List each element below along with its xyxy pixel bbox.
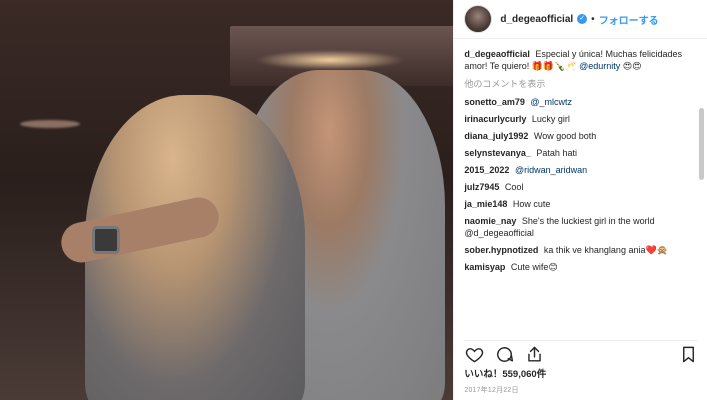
load-more-comments-button[interactable]: 他のコメントを表示: [464, 78, 692, 90]
comment-icon[interactable]: [494, 344, 514, 364]
comment-username[interactable]: sonetto_am79: [464, 97, 525, 107]
comment-item: sonetto_am79 @_mlcwtz: [464, 96, 692, 108]
comment-username[interactable]: selynstevanya_: [464, 148, 531, 158]
comment-text: How cute: [512, 199, 551, 209]
comment-item: julz7945 Cool: [464, 181, 692, 193]
comments-list: d_degeaofficial Especial y única! Muchas…: [464, 48, 692, 330]
bookmark-icon[interactable]: [678, 344, 698, 364]
comment-item: irinacurlycurly Lucky girl: [464, 113, 692, 125]
comment-item: diana_july1992 Wow good both: [464, 130, 692, 142]
share-icon[interactable]: [524, 344, 544, 364]
comment-item: naomie_nay She's the luckiest girl in th…: [464, 215, 692, 239]
comment-item: ja_mie148 How cute: [464, 198, 692, 210]
comment-text: Lucky girl: [531, 114, 570, 124]
comment-item: sober.hypnotized ka thik ve khanglang an…: [464, 244, 692, 256]
comment-username[interactable]: 2015_2022: [464, 165, 509, 175]
wristwatch: [92, 226, 120, 254]
comments-scrollbar[interactable]: [699, 48, 704, 328]
likes-count[interactable]: いいね！559,060件: [464, 366, 546, 380]
comment-item: selynstevanya_ Patah hati: [464, 147, 692, 159]
caption-username[interactable]: d_degeaofficial: [464, 49, 530, 59]
post-sidebar: d_degeaofficial ✓ • フォローする d_degeaoffici…: [453, 0, 707, 400]
comment-username[interactable]: irinacurlycurly: [464, 114, 526, 124]
comment-username[interactable]: julz7945: [464, 182, 499, 192]
comment-text: ka thik ve khanglang ania❤️🙊: [543, 245, 668, 255]
comment-item: kamisyap Cute wife😊: [464, 261, 692, 273]
comment-text: Cool: [504, 182, 524, 192]
comment-text: Cute wife😊: [510, 262, 558, 272]
header-username[interactable]: d_degeaofficial: [500, 14, 573, 25]
background-lights: [255, 50, 405, 70]
comment-username[interactable]: kamisyap: [464, 262, 505, 272]
avatar[interactable]: [464, 5, 493, 33]
post-actions: [464, 340, 699, 367]
post-date: 2017年12月22日: [464, 387, 519, 394]
post-photo[interactable]: [0, 0, 454, 400]
caption-mention[interactable]: @edurnity: [579, 61, 620, 71]
caption-emoji: 😍😍: [622, 61, 642, 71]
post-header: d_degeaofficial ✓ • フォローする: [454, 0, 707, 39]
comment-text: Patah hati: [536, 148, 577, 158]
comment-username[interactable]: naomie_nay: [464, 216, 516, 226]
heart-icon[interactable]: [464, 344, 484, 364]
comment-username[interactable]: sober.hypnotized: [464, 245, 538, 255]
header-separator: •: [591, 13, 595, 25]
instagram-post: d_degeaofficial ✓ • フォローする d_degeaoffici…: [0, 0, 707, 400]
scrollbar-thumb[interactable]: [699, 108, 704, 180]
comment-text[interactable]: @ridwan_aridwan: [515, 165, 587, 175]
comment-username[interactable]: ja_mie148: [464, 199, 507, 209]
verified-badge-icon: ✓: [577, 14, 588, 24]
post-caption: d_degeaofficial Especial y única! Muchas…: [464, 48, 692, 72]
comment-text[interactable]: @_mlcwtz: [530, 97, 572, 107]
comment-text: Wow good both: [533, 131, 597, 141]
comment-item: 2015_2022 @ridwan_aridwan: [464, 164, 692, 176]
follow-button[interactable]: フォローする: [599, 12, 659, 27]
comment-username[interactable]: diana_july1992: [464, 131, 528, 141]
background-lamp: [20, 120, 80, 128]
